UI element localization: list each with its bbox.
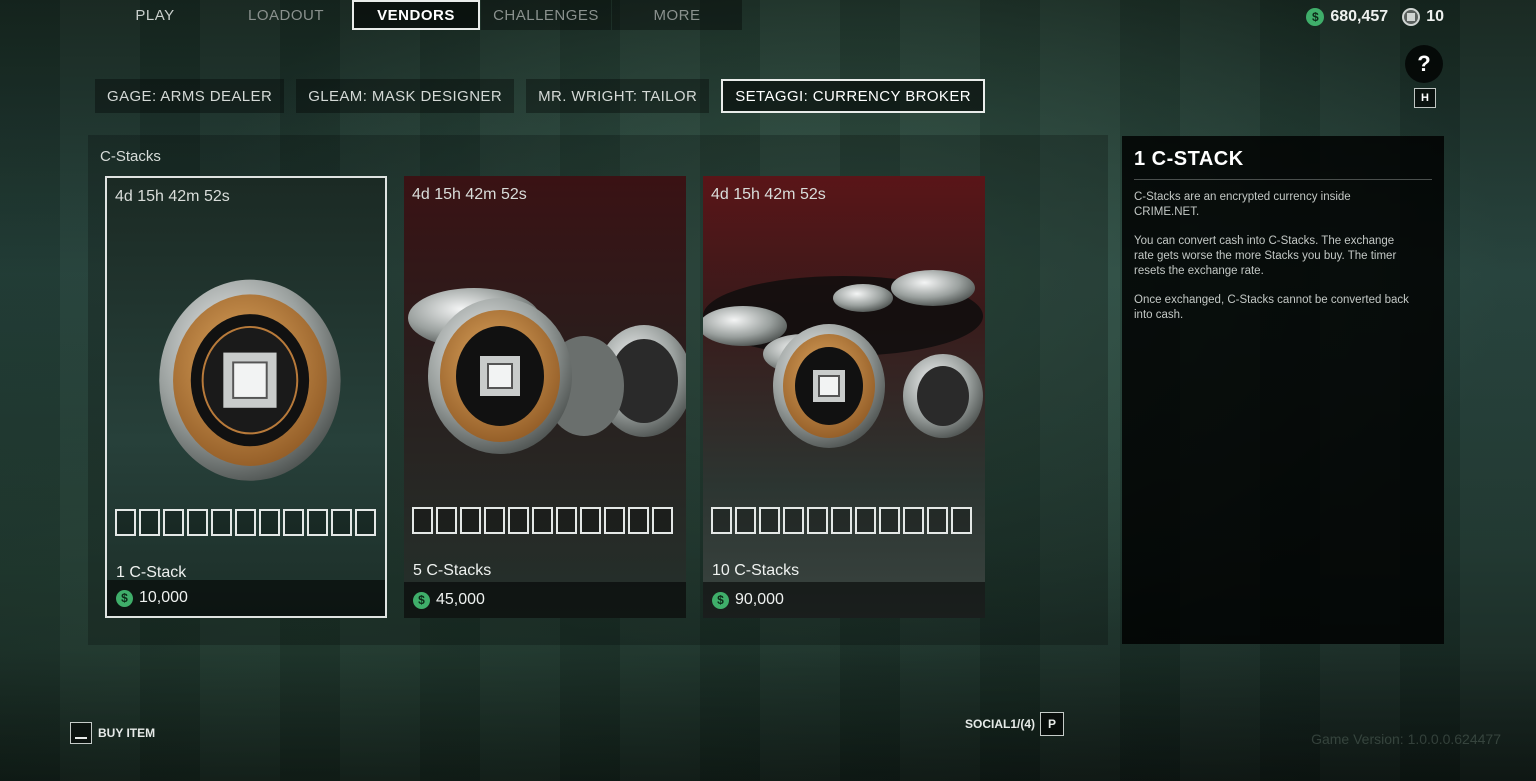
- social-button[interactable]: SOCIAL 1/(4) P: [965, 712, 1065, 736]
- c-stack-amount: 10: [1426, 8, 1444, 25]
- item-info-panel: 1 C-STACK C-Stacks are an encrypted curr…: [1122, 136, 1444, 644]
- help-key-hint: H: [1414, 88, 1436, 108]
- info-title: 1 C-STACK: [1134, 148, 1432, 180]
- tab-play[interactable]: PLAY: [90, 0, 220, 30]
- tab-loadout[interactable]: LOADOUT: [221, 0, 351, 30]
- card-price: $ 90,000: [703, 582, 985, 618]
- tab-gage-arms-dealer[interactable]: GAGE: ARMS DEALER: [95, 79, 285, 113]
- buy-item-label: BUY ITEM: [98, 726, 156, 740]
- info-paragraph-1: C-Stacks are an encrypted currency insid…: [1134, 191, 1351, 218]
- card-name: 5 C-Stacks: [413, 562, 492, 579]
- price-value: 90,000: [735, 591, 784, 608]
- section-title: C-Stacks: [100, 148, 161, 165]
- game-version: Game Version: 1.0.0.0.624477: [1311, 731, 1501, 747]
- card-name: 10 C-Stacks: [712, 562, 800, 579]
- social-label: SOCIAL: [965, 717, 1011, 731]
- progress-slots: [115, 509, 376, 536]
- cash-icon: $: [712, 591, 729, 609]
- space-key-icon: [70, 722, 92, 744]
- info-paragraph-3: Once exchanged, C-Stacks cannot be conve…: [1134, 294, 1409, 321]
- price-value: 10,000: [139, 589, 188, 606]
- help-button[interactable]: ?: [1405, 45, 1443, 83]
- tab-more[interactable]: MORE: [612, 0, 742, 30]
- social-count: 1/(4): [1010, 717, 1036, 731]
- background-shadow: [0, 650, 1536, 781]
- item-card-1-c-stack[interactable]: 4d 15h 42m 52s 1 C-Stack $ 10,000: [105, 176, 387, 618]
- cash-amount: 680,457: [1330, 8, 1389, 25]
- social-key-hint: P: [1040, 712, 1065, 736]
- item-card-5-c-stacks[interactable]: 4d 15h 42m 52s 5 C-Stacks $ 45,000: [404, 176, 686, 618]
- progress-slots: [711, 507, 972, 534]
- cash-icon: $: [413, 591, 430, 609]
- buy-item-hint[interactable]: BUY ITEM: [70, 722, 155, 744]
- c-stack-icon: [1402, 8, 1421, 26]
- tab-setaggi-currency-broker[interactable]: SETAGGI: CURRENCY BROKER: [721, 79, 985, 113]
- item-card-10-c-stacks[interactable]: 4d 15h 42m 52s 10 C-Stacks $ 90,000: [703, 176, 985, 618]
- currency-display: $ 680,457 10: [1306, 8, 1444, 26]
- tab-vendors[interactable]: VENDORS: [352, 0, 480, 30]
- card-timer: 4d 15h 42m 52s: [115, 188, 230, 205]
- info-paragraph-2: You can convert cash into C-Stacks. The …: [1134, 235, 1397, 277]
- tab-challenges[interactable]: CHALLENGES: [481, 0, 611, 30]
- tab-gleam-mask-designer[interactable]: GLEAM: MASK DESIGNER: [296, 79, 515, 113]
- cash-icon: $: [116, 589, 133, 607]
- price-value: 45,000: [436, 591, 485, 608]
- progress-slots: [412, 507, 673, 534]
- card-timer: 4d 15h 42m 52s: [412, 186, 527, 203]
- vendor-tabs: GAGE: ARMS DEALER GLEAM: MASK DESIGNER M…: [95, 79, 985, 113]
- card-price: $ 10,000: [107, 580, 385, 616]
- card-timer: 4d 15h 42m 52s: [711, 186, 826, 203]
- top-nav: PLAY LOADOUT VENDORS CHALLENGES MORE: [90, 0, 743, 30]
- tab-mr-wright-tailor[interactable]: MR. WRIGHT: TAILOR: [526, 79, 710, 113]
- cash-icon: $: [1306, 8, 1325, 26]
- card-price: $ 45,000: [404, 582, 686, 618]
